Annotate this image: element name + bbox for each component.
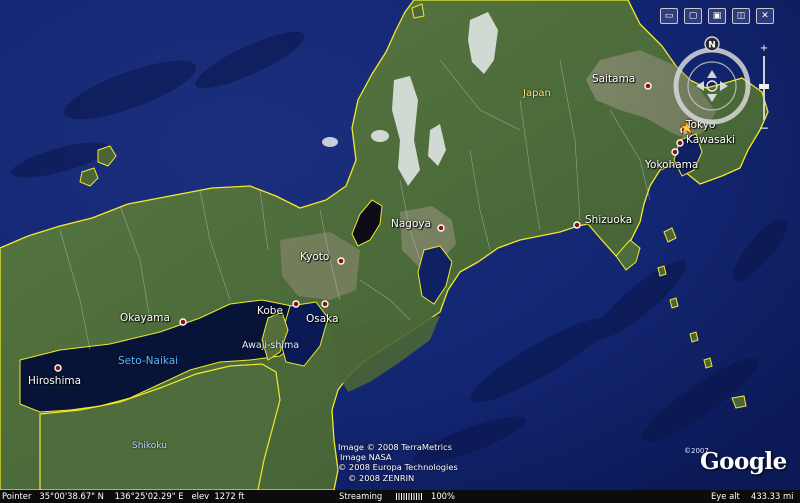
city-marker-yokohama [671,148,679,156]
look-ring[interactable] [673,47,751,125]
center-button[interactable] [706,80,718,92]
eye-alt-value: 433.33 mi [751,491,794,501]
city-marker-nagoya [437,224,445,232]
label-shizuoka[interactable]: Shizuoka [585,214,632,226]
google-logo: Google [700,448,787,475]
minimize-icon[interactable]: ▭ [660,8,678,24]
label-japan: Japan [523,88,551,99]
label-yokohama[interactable]: Yokohama [645,159,698,171]
city-marker-hiroshima [54,364,62,372]
label-okayama[interactable]: Okayama [120,312,170,324]
label-kyoto[interactable]: Kyoto [300,251,329,263]
eye-alt-label: Eye alt [711,491,740,501]
navigation-control[interactable]: N + − [668,36,774,136]
imagery-attribution: Image © 2008 TerraMetrics Image NASA © 2… [338,442,468,483]
streaming-label: Streaming [339,491,383,501]
city-marker-okayama [179,318,187,326]
attribution-line: © 2008 ZENRIN [348,472,415,483]
hide-panel-icon[interactable]: ▢ [684,8,702,24]
city-marker-saitama [644,82,652,90]
status-bar: Pointer 35°00'38.67" N 136°25'02.29" E e… [0,490,800,503]
north-label: N [708,41,716,51]
attribution-line: © 2008 Europa Technologies [338,462,458,473]
zoom-slider[interactable]: + − [759,43,769,135]
earth-viewer[interactable]: Saitama Japan Tokyo Kawasaki Yokohama Na… [0,0,800,503]
city-marker-kawasaki [676,139,684,147]
expand-icon[interactable]: ▣ [708,8,726,24]
city-marker-kyoto [337,257,345,265]
streaming-progress-bar [396,493,422,500]
window-mini-controls: ▭ ▢ ▣ ◫ ✕ [660,8,774,24]
pointer-coordinates: Pointer 35°00'38.67" N 136°25'02.29" E e… [2,491,245,501]
restore-icon[interactable]: ◫ [732,8,750,24]
attribution-line: Image NASA [340,452,392,463]
label-nagoya[interactable]: Nagoya [391,218,431,230]
label-osaka[interactable]: Osaka [306,313,339,325]
streaming-percent: 100% [431,491,455,501]
zoom-slider-handle[interactable] [759,84,769,89]
label-awaji-shima: Awaji-shima [242,340,300,351]
move-arrows-icon[interactable] [696,70,728,102]
city-marker-kobe [292,300,300,308]
close-view-icon[interactable]: ✕ [756,8,774,24]
zoom-out-icon[interactable]: − [759,121,769,135]
city-marker-osaka [321,300,329,308]
label-shikoku: Shikoku [132,441,167,451]
zoom-in-icon[interactable]: + [760,43,768,54]
label-seto-naikai: Seto-Naikai [118,355,179,367]
city-marker-shizuoka [573,221,581,229]
label-hiroshima[interactable]: Hiroshima [28,375,81,387]
attribution-line: Image © 2008 TerraMetrics [338,442,452,452]
label-kobe[interactable]: Kobe [257,305,283,317]
label-saitama[interactable]: Saitama [592,73,635,85]
